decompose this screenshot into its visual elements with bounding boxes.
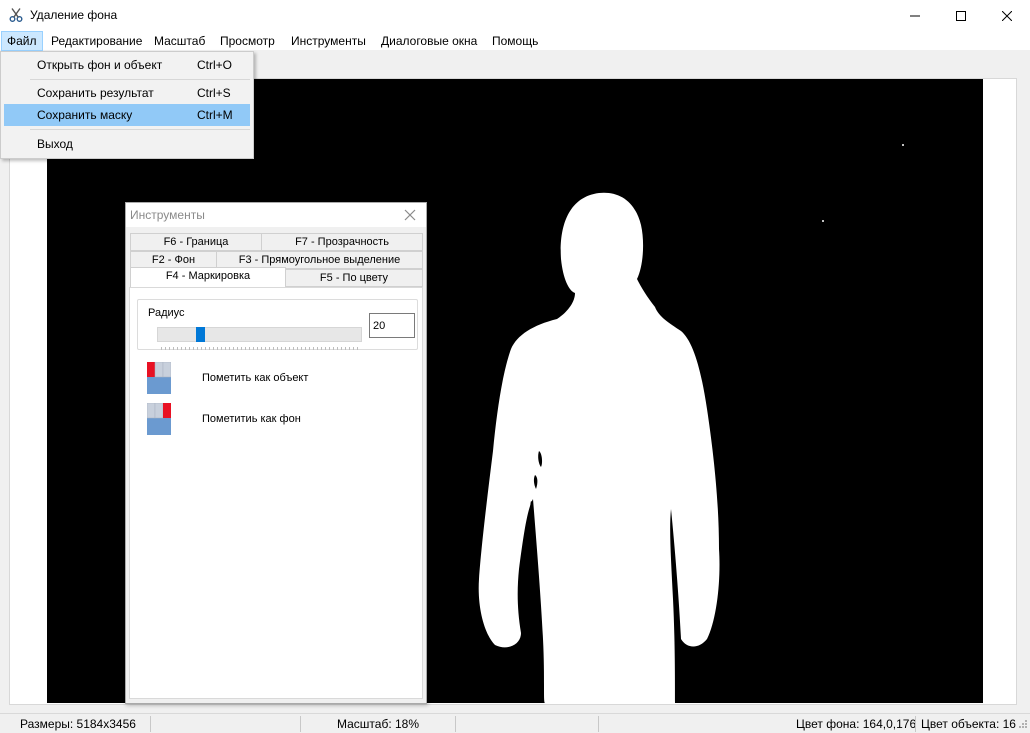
menu-item-shortcut: Ctrl+M xyxy=(197,108,233,122)
menu-view[interactable]: Просмотр xyxy=(215,31,280,51)
menu-edit[interactable]: Редактирование xyxy=(46,31,147,51)
close-button[interactable] xyxy=(984,0,1030,31)
mark-object-label[interactable]: Пометить как объект xyxy=(202,372,308,384)
menu-dialogs[interactable]: Диалоговые окна xyxy=(376,31,482,51)
menu-item-exit[interactable]: Выход xyxy=(4,133,250,155)
radius-label: Радиус xyxy=(147,307,186,319)
menu-item-save-mask[interactable]: Сохранить маску Ctrl+M xyxy=(4,104,250,126)
mark-background-label[interactable]: Пометитиь как фон xyxy=(202,413,301,425)
mark-background-icon[interactable] xyxy=(147,403,171,435)
menu-zoom[interactable]: Масштаб xyxy=(149,31,210,51)
menu-separator xyxy=(30,129,250,130)
status-divider xyxy=(598,716,599,732)
tools-title: Инструменты xyxy=(130,208,205,222)
minimize-icon xyxy=(910,15,920,16)
resize-grip-icon[interactable] xyxy=(1016,719,1028,731)
close-icon[interactable] xyxy=(402,207,418,223)
status-object-color: Цвет объекта: 16 xyxy=(921,717,1016,731)
radius-slider-ticks xyxy=(161,347,358,350)
mark-object-icon[interactable] xyxy=(147,362,171,394)
tools-panel: Инструменты F6 - Граница F7 - Прозрачнос… xyxy=(125,202,427,704)
menu-item-open[interactable]: Открыть фон и объект Ctrl+O xyxy=(4,54,250,76)
menu-item-shortcut: Ctrl+S xyxy=(197,86,231,100)
window-title: Удаление фона xyxy=(30,8,118,22)
status-zoom: Масштаб: 18% xyxy=(337,717,420,731)
tab-border[interactable]: F6 - Граница xyxy=(130,233,262,251)
menu-item-shortcut: Ctrl+O xyxy=(197,58,233,72)
menu-bar: Файл Редактирование Масштаб Просмотр Инс… xyxy=(0,31,1030,51)
status-size: Размеры: 5184x3456 xyxy=(20,717,136,731)
menu-item-save-result[interactable]: Сохранить результат Ctrl+S xyxy=(4,82,250,104)
tab-content-marking: Радиус Пометить как объект Пометитиь как… xyxy=(129,287,423,699)
menu-tools[interactable]: Инструменты xyxy=(286,31,371,51)
radius-slider-thumb[interactable] xyxy=(196,327,206,342)
status-divider xyxy=(300,716,301,732)
maximize-button[interactable] xyxy=(938,0,984,31)
menu-help[interactable]: Помощь xyxy=(487,31,543,51)
tools-title-bar[interactable]: Инструменты xyxy=(126,203,426,227)
status-divider xyxy=(150,716,151,732)
file-dropdown-menu: Открыть фон и объект Ctrl+O Сохранить ре… xyxy=(0,51,254,159)
scissors-icon xyxy=(9,8,23,22)
status-divider xyxy=(915,716,916,732)
close-icon xyxy=(1002,10,1012,21)
radius-input[interactable] xyxy=(369,313,415,338)
menu-item-label: Сохранить результат xyxy=(37,86,154,100)
status-bg-color: Цвет фона: 164,0,176 xyxy=(796,717,917,731)
menu-item-label: Выход xyxy=(37,137,73,151)
status-bar: Размеры: 5184x3456 Масштаб: 18% Цвет фон… xyxy=(0,713,1030,733)
minimize-button[interactable] xyxy=(892,0,938,31)
maximize-icon xyxy=(956,10,966,21)
tab-transparency[interactable]: F7 - Прозрачность xyxy=(261,233,423,251)
menu-item-label: Открыть фон и объект xyxy=(37,58,163,72)
title-bar: Удаление фона xyxy=(0,0,1030,31)
tab-marking[interactable]: F4 - Маркировка xyxy=(130,267,286,287)
menu-file[interactable]: Файл xyxy=(1,31,43,51)
tab-by-color[interactable]: F5 - По цвету xyxy=(285,269,423,287)
status-divider xyxy=(455,716,456,732)
menu-item-label: Сохранить маску xyxy=(37,108,133,122)
menu-separator xyxy=(30,79,250,80)
radius-slider-track[interactable] xyxy=(157,327,362,342)
